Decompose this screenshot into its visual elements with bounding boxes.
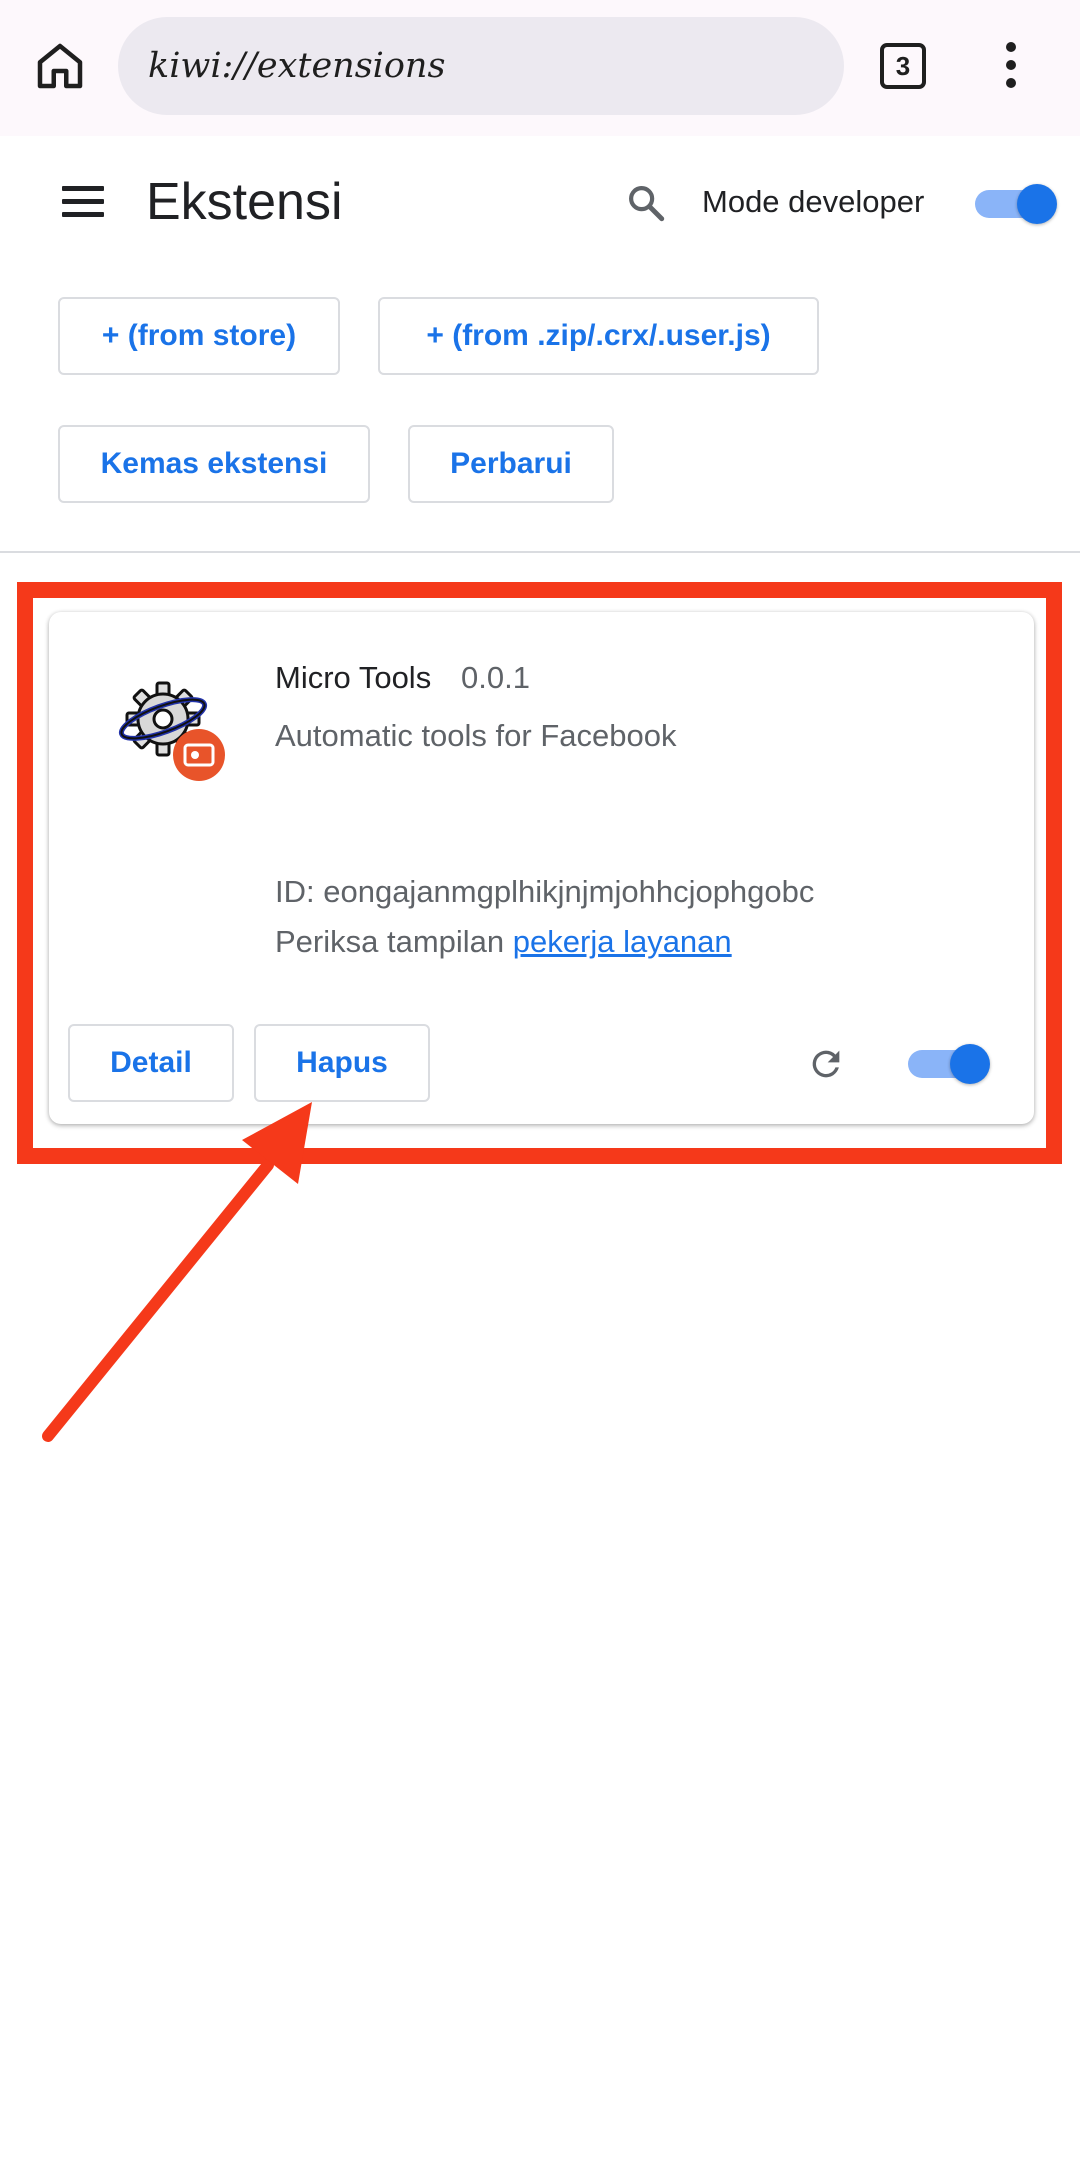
update-button[interactable]: Perbarui (408, 425, 614, 503)
hamburger-menu-icon[interactable] (62, 186, 104, 218)
extension-card: Micro Tools 0.0.1 Automatic tools for Fa… (49, 612, 1034, 1124)
extension-id: ID: eongajanmgplhikjnjmjohhcjophgobc (275, 874, 815, 909)
extension-version: 0.0.1 (461, 660, 530, 695)
pack-extension-button[interactable]: Kemas ekstensi (58, 425, 370, 503)
reload-icon[interactable] (806, 1044, 846, 1084)
home-icon[interactable] (30, 36, 90, 96)
extension-name: Micro Tools (275, 660, 432, 695)
detail-button[interactable]: Detail (68, 1024, 234, 1102)
search-icon[interactable] (625, 182, 667, 224)
tab-switcher-button[interactable]: 3 (880, 43, 926, 89)
url-bar[interactable]: kiwi://extensions (118, 17, 844, 115)
more-vert-icon[interactable] (996, 40, 1026, 94)
add-from-file-button[interactable]: + (from .zip/.crx/.user.js) (378, 297, 819, 375)
page-title: Ekstensi (146, 173, 343, 231)
extension-enable-toggle[interactable] (908, 1044, 990, 1084)
inspect-views-label: Periksa tampilan (275, 924, 505, 959)
inspect-views-row: Periksa tampilan pekerja layanan (275, 924, 732, 960)
browser-toolbar: kiwi://extensions 3 (0, 0, 1080, 136)
add-from-store-button[interactable]: + (from store) (58, 297, 340, 375)
divider (0, 551, 1080, 553)
extension-description: Automatic tools for Facebook (275, 718, 677, 753)
developer-mode-toggle[interactable] (975, 184, 1057, 224)
gear-extension-icon (111, 667, 231, 787)
remove-button[interactable]: Hapus (254, 1024, 430, 1102)
service-worker-link[interactable]: pekerja layanan (513, 924, 732, 959)
developer-mode-label: Mode developer (702, 184, 925, 219)
